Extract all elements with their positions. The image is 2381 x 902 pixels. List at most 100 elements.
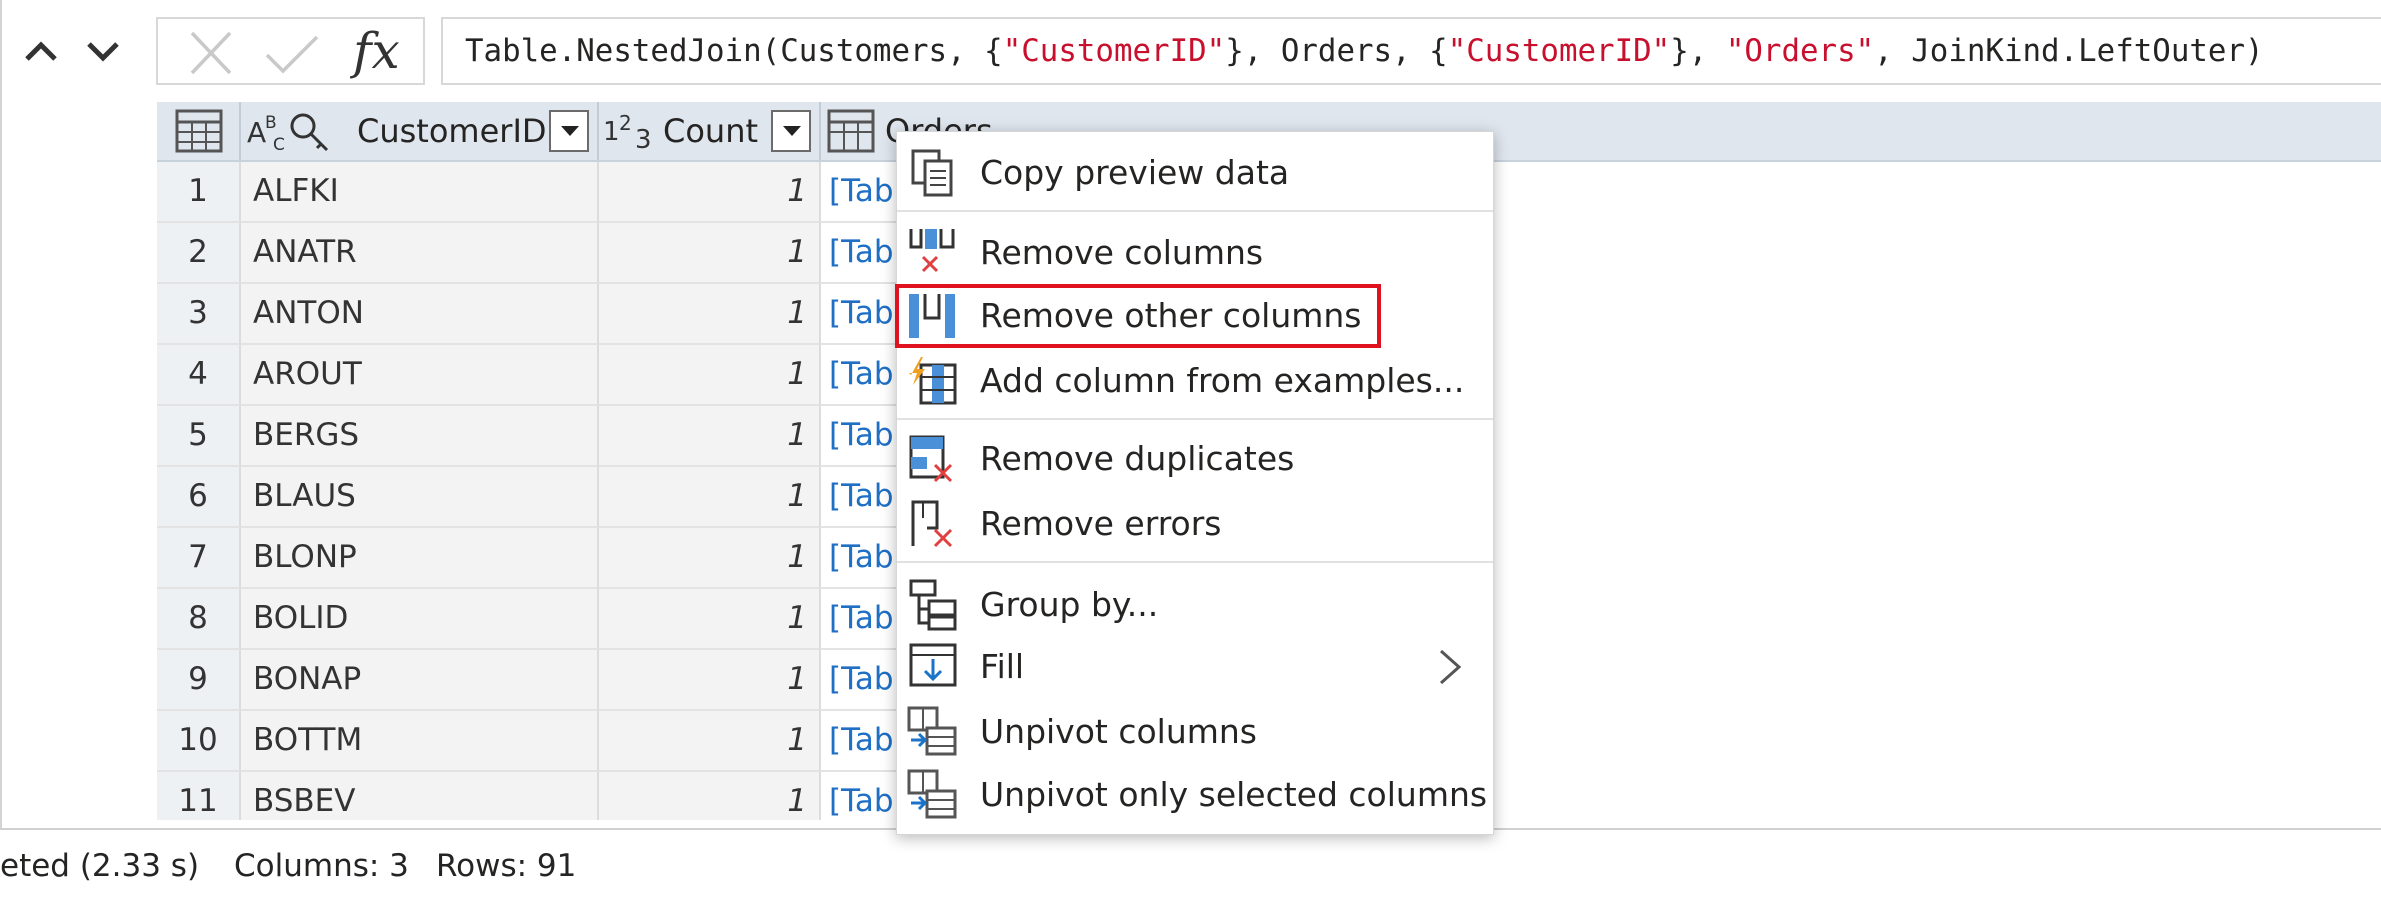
menu-item-remove-errors[interactable]: Remove errors: [897, 494, 1493, 554]
customerid-cell[interactable]: ALFKI: [241, 162, 599, 223]
status-columns: Columns: 3: [234, 848, 409, 884]
customerid-cell[interactable]: BOTTM: [241, 711, 599, 772]
status-bar: eted (2.33 s) Columns: 3 Rows: 91: [0, 828, 2381, 890]
column-filter-dropdown[interactable]: [771, 110, 811, 152]
remove-duplicates-icon: [909, 435, 953, 483]
formula-text: , JoinKind.LeftOuter): [1874, 33, 2264, 69]
confirm-formula-button[interactable]: [263, 29, 321, 77]
count-cell[interactable]: 1: [599, 589, 821, 650]
orders-table-link[interactable]: [Table]: [821, 406, 901, 467]
column-name: CustomerID: [357, 112, 547, 150]
formula-string-literal: "Orders": [1725, 33, 1875, 69]
orders-table-link[interactable]: [Table]: [821, 589, 901, 650]
column-header-customerid[interactable]: A B C CustomerID: [241, 102, 599, 160]
menu-item-copy-preview-data[interactable]: Copy preview data: [897, 143, 1493, 203]
unpivot-selected-columns-icon: [907, 769, 957, 819]
customerid-cell[interactable]: BLAUS: [241, 467, 599, 528]
orders-table-link[interactable]: [Table]: [821, 467, 901, 528]
count-cell[interactable]: 1: [599, 345, 821, 406]
unpivot-columns-icon: [907, 706, 957, 756]
remove-errors-icon: [911, 500, 953, 548]
table-menu-button[interactable]: [157, 102, 241, 160]
menu-item-label: Unpivot columns: [980, 712, 1258, 751]
column-context-menu: Copy preview data Remove columns Remove …: [895, 131, 1494, 835]
orders-table-link[interactable]: [Table]: [821, 284, 901, 345]
count-cell[interactable]: 1: [599, 650, 821, 711]
count-cell[interactable]: 1: [599, 467, 821, 528]
svg-text:1: 1: [603, 117, 620, 147]
svg-text:A: A: [247, 116, 266, 149]
orders-table-link[interactable]: [Table]: [821, 162, 901, 223]
menu-item-label: Remove other columns: [980, 296, 1362, 335]
table-icon: [827, 109, 875, 153]
menu-item-group-by[interactable]: Group by...: [897, 575, 1493, 635]
row-number-cell: 4: [157, 345, 241, 406]
count-cell[interactable]: 1: [599, 528, 821, 589]
customerid-cell[interactable]: BERGS: [241, 406, 599, 467]
add-column-examples-icon: [909, 357, 957, 405]
count-cell[interactable]: 1: [599, 772, 821, 820]
customerid-cell[interactable]: BLONP: [241, 528, 599, 589]
orders-table-link[interactable]: [Table]: [821, 223, 901, 284]
row-number-cell: 7: [157, 528, 241, 589]
count-cell[interactable]: 1: [599, 711, 821, 772]
column-filter-dropdown[interactable]: [549, 110, 589, 152]
menu-item-remove-columns[interactable]: Remove columns: [897, 223, 1493, 283]
formula-actions: fx: [156, 17, 425, 85]
orders-table-link[interactable]: [Table]: [821, 711, 901, 772]
orders-table-link[interactable]: [Table]: [821, 650, 901, 711]
next-step-button[interactable]: [80, 26, 126, 76]
customerid-cell[interactable]: AROUT: [241, 345, 599, 406]
fill-down-icon: [909, 643, 957, 687]
previous-step-button[interactable]: [18, 26, 64, 76]
formula-string-literal: "CustomerID": [1002, 33, 1226, 69]
cancel-formula-button[interactable]: [186, 29, 236, 77]
svg-text:2: 2: [619, 111, 632, 135]
formula-string-literal: "CustomerID": [1447, 33, 1671, 69]
insert-function-button[interactable]: fx: [353, 19, 413, 83]
count-cell[interactable]: 1: [599, 284, 821, 345]
customerid-cell[interactable]: ANTON: [241, 284, 599, 345]
count-cell[interactable]: 1: [599, 223, 821, 284]
number-type-icon: 1 2 3: [603, 111, 652, 155]
customerid-cell[interactable]: BSBEV: [241, 772, 599, 820]
menu-item-label: Remove errors: [980, 504, 1222, 543]
row-number-cell: 1: [157, 162, 241, 223]
orders-table-link[interactable]: [Table]: [821, 528, 901, 589]
menu-item-label: Remove duplicates: [980, 439, 1295, 478]
customerid-cell[interactable]: BOLID: [241, 589, 599, 650]
orders-table-link[interactable]: [Table]: [821, 345, 901, 406]
menu-item-add-column-from-examples[interactable]: Add column from examples...: [897, 351, 1493, 411]
formula-text: }, Orders, {: [1225, 33, 1448, 69]
remove-columns-icon: [909, 229, 955, 273]
menu-item-label: Fill: [980, 647, 1025, 686]
row-number-cell: 6: [157, 467, 241, 528]
formula-text: },: [1670, 33, 1726, 69]
menu-item-label: Unpivot only selected columns: [980, 775, 1488, 814]
column-name: Count: [663, 112, 759, 150]
row-number-cell: 9: [157, 650, 241, 711]
formula-input[interactable]: Table.NestedJoin(Customers, {"CustomerID…: [441, 17, 2381, 85]
count-cell[interactable]: 1: [599, 406, 821, 467]
text-type-key-icon: A B C: [247, 113, 329, 155]
menu-item-remove-duplicates[interactable]: Remove duplicates: [897, 429, 1493, 489]
customerid-cell[interactable]: BONAP: [241, 650, 599, 711]
menu-separator: [897, 418, 1493, 420]
column-header-count[interactable]: 1 2 3 Count: [599, 102, 821, 160]
step-navigation: [18, 26, 138, 76]
orders-table-link[interactable]: [Table]: [821, 772, 901, 820]
menu-item-fill[interactable]: Fill: [897, 637, 1493, 697]
chevron-right-icon: [1440, 649, 1462, 685]
close-icon: [190, 31, 232, 75]
table-icon: [175, 109, 223, 153]
customerid-cell[interactable]: ANATR: [241, 223, 599, 284]
menu-item-unpivot-only-selected-columns[interactable]: Unpivot only selected columns: [897, 765, 1493, 825]
copy-icon: [911, 149, 953, 197]
pane-divider: [0, 0, 2, 828]
menu-item-label: Group by...: [980, 585, 1159, 624]
count-cell[interactable]: 1: [599, 162, 821, 223]
menu-item-unpivot-columns[interactable]: Unpivot columns: [897, 702, 1493, 762]
status-rows: Rows: 91: [436, 848, 577, 884]
menu-item-remove-other-columns[interactable]: Remove other columns: [895, 284, 1381, 348]
menu-item-label: Copy preview data: [980, 153, 1290, 192]
